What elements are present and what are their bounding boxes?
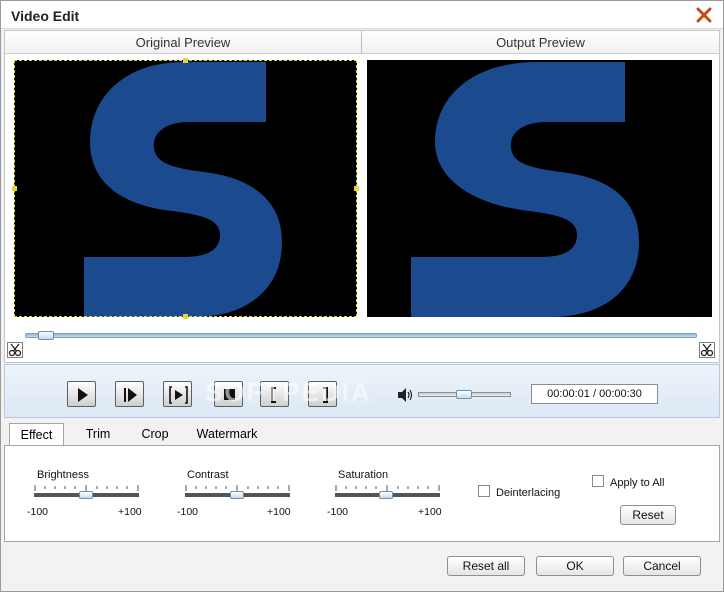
saturation-max-label: +100 [418,506,442,518]
timeline-slider[interactable] [25,331,697,340]
brightness-thumb[interactable] [79,491,93,499]
apply-to-all-label: Apply to All [610,477,665,489]
deinterlacing-label: Deinterlacing [496,487,561,499]
volume-slider[interactable] [418,390,511,399]
contrast-thumb[interactable] [230,491,244,499]
original-preview-label: Original Preview [5,31,362,54]
contrast-min-label: -100 [177,506,199,518]
reset-all-button[interactable]: Reset all [447,556,525,576]
tab-crop[interactable]: Crop [135,423,175,446]
scissors-icon [700,343,714,357]
close-button[interactable] [695,6,713,24]
close-icon [696,7,712,23]
tabs-bar: Effect Trim Crop Watermark [4,421,720,446]
volume-thumb[interactable] [456,390,472,399]
video-edit-window: Video Edit Original Preview Output Previ… [0,0,724,592]
window-title: Video Edit [11,8,80,24]
saturation-thumb[interactable] [379,491,393,499]
apply-to-all-checkbox[interactable] [592,475,604,487]
timeline-thumb[interactable] [38,331,54,340]
tab-trim[interactable]: Trim [78,423,118,446]
trim-end-button[interactable] [699,342,715,358]
tab-effect[interactable]: Effect [9,423,64,446]
contrast-max-label: +100 [267,506,291,518]
brightness-label: Brightness [37,469,89,481]
volume-icon[interactable] [396,387,414,403]
contrast-label: Contrast [187,469,229,481]
original-preview-video[interactable] [14,60,357,317]
output-preview-video[interactable] [367,60,712,317]
play-selection-icon [169,386,188,404]
reset-button[interactable]: Reset [620,505,676,525]
playback-controls: SOFTPEDIA 00:00:01 / 00:00:30 [4,364,720,418]
time-display: 00:00:01 / 00:00:30 [531,384,658,404]
logo-s-shape [84,62,282,317]
next-frame-icon [124,388,137,402]
title-bar: Video Edit [1,1,723,29]
saturation-min-label: -100 [327,506,349,518]
softpedia-watermark: SOFTPEDIA [205,377,372,407]
scissors-icon [8,343,22,357]
deinterlacing-checkbox[interactable] [478,485,490,497]
next-frame-button[interactable] [115,381,144,407]
brightness-max-label: +100 [118,506,142,518]
ok-button[interactable]: OK [536,556,614,576]
play-icon [78,388,88,402]
trim-start-button[interactable] [7,342,23,358]
tab-watermark[interactable]: Watermark [191,423,263,446]
output-preview-label: Output Preview [362,31,719,54]
preview-area: Original Preview Output Preview [4,30,720,363]
play-selection-button[interactable] [163,381,192,407]
effect-panel: Brightness -100 +100 Contrast -100 +100 … [4,445,720,542]
play-button[interactable] [67,381,96,407]
cancel-button[interactable]: Cancel [623,556,701,576]
saturation-label: Saturation [338,469,389,481]
brightness-min-label: -100 [27,506,49,518]
